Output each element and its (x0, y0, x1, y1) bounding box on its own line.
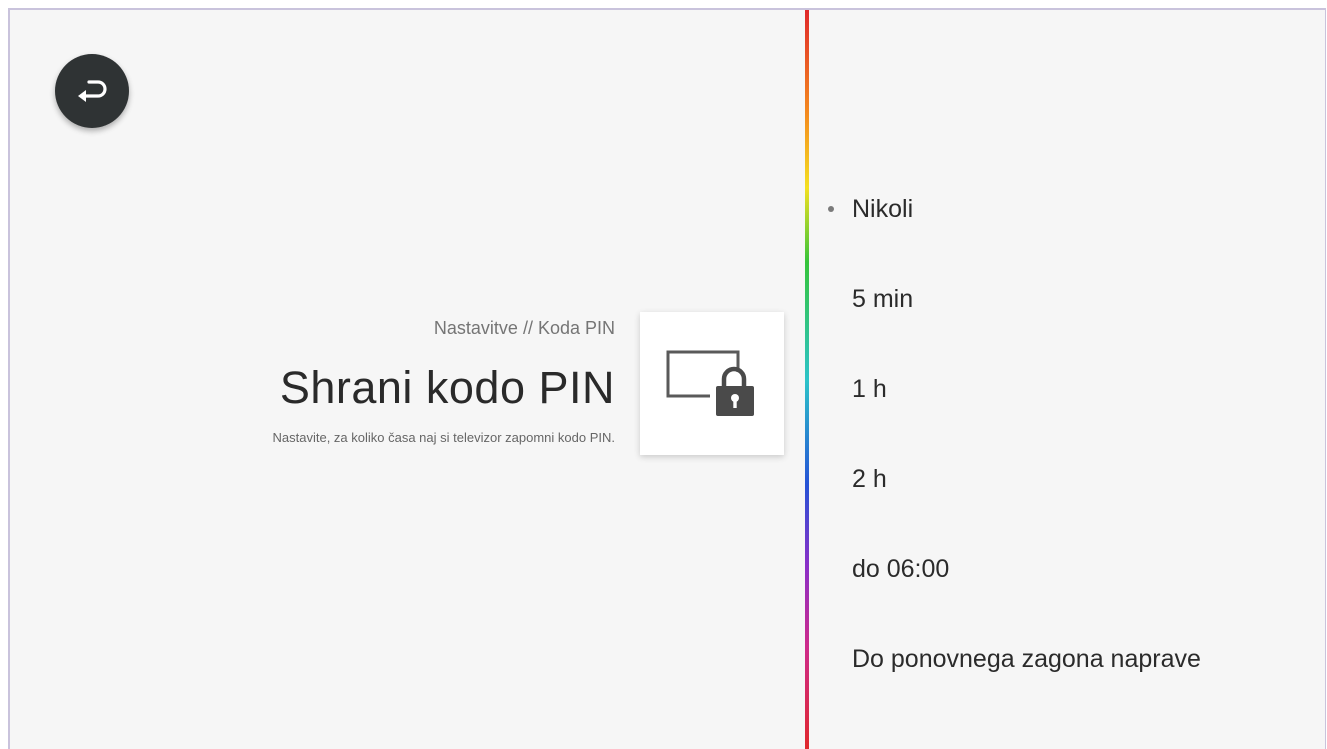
options-list: Nikoli 5 min 1 h 2 h do 06:00 Do ponovne… (820, 192, 1201, 732)
breadcrumb: Nastavitve // Koda PIN (433, 318, 615, 338)
option-label: Do ponovnega zagona naprave (852, 645, 1201, 673)
option-label: 1 h (852, 375, 887, 403)
page-title: Shrani kodo PIN (279, 362, 615, 413)
back-button[interactable] (55, 54, 129, 128)
option-1-h[interactable]: 1 h (820, 372, 1201, 462)
option-2-h[interactable]: 2 h (820, 462, 1201, 552)
screen-lock-icon (666, 350, 754, 416)
option-do-0600[interactable]: do 06:00 (820, 552, 1201, 642)
option-label: 2 h (852, 465, 887, 493)
option-label: do 06:00 (852, 555, 950, 583)
page-subtitle: Nastavite, za koliko časa naj si televiz… (272, 430, 616, 445)
rainbow-divider (805, 10, 809, 749)
option-do-ponovnega-zagona[interactable]: Do ponovnega zagona naprave (820, 642, 1201, 732)
selected-bullet-icon (828, 206, 834, 212)
option-label: Nikoli (852, 195, 914, 223)
settings-screen: Nastavitve // Koda PIN Shrani kodo PIN N… (8, 8, 1326, 749)
settings-icon-card (640, 312, 784, 455)
option-nikoli[interactable]: Nikoli (820, 192, 1201, 282)
return-arrow-icon (78, 80, 107, 102)
option-5-min[interactable]: 5 min (820, 282, 1201, 372)
option-label: 5 min (852, 285, 914, 313)
